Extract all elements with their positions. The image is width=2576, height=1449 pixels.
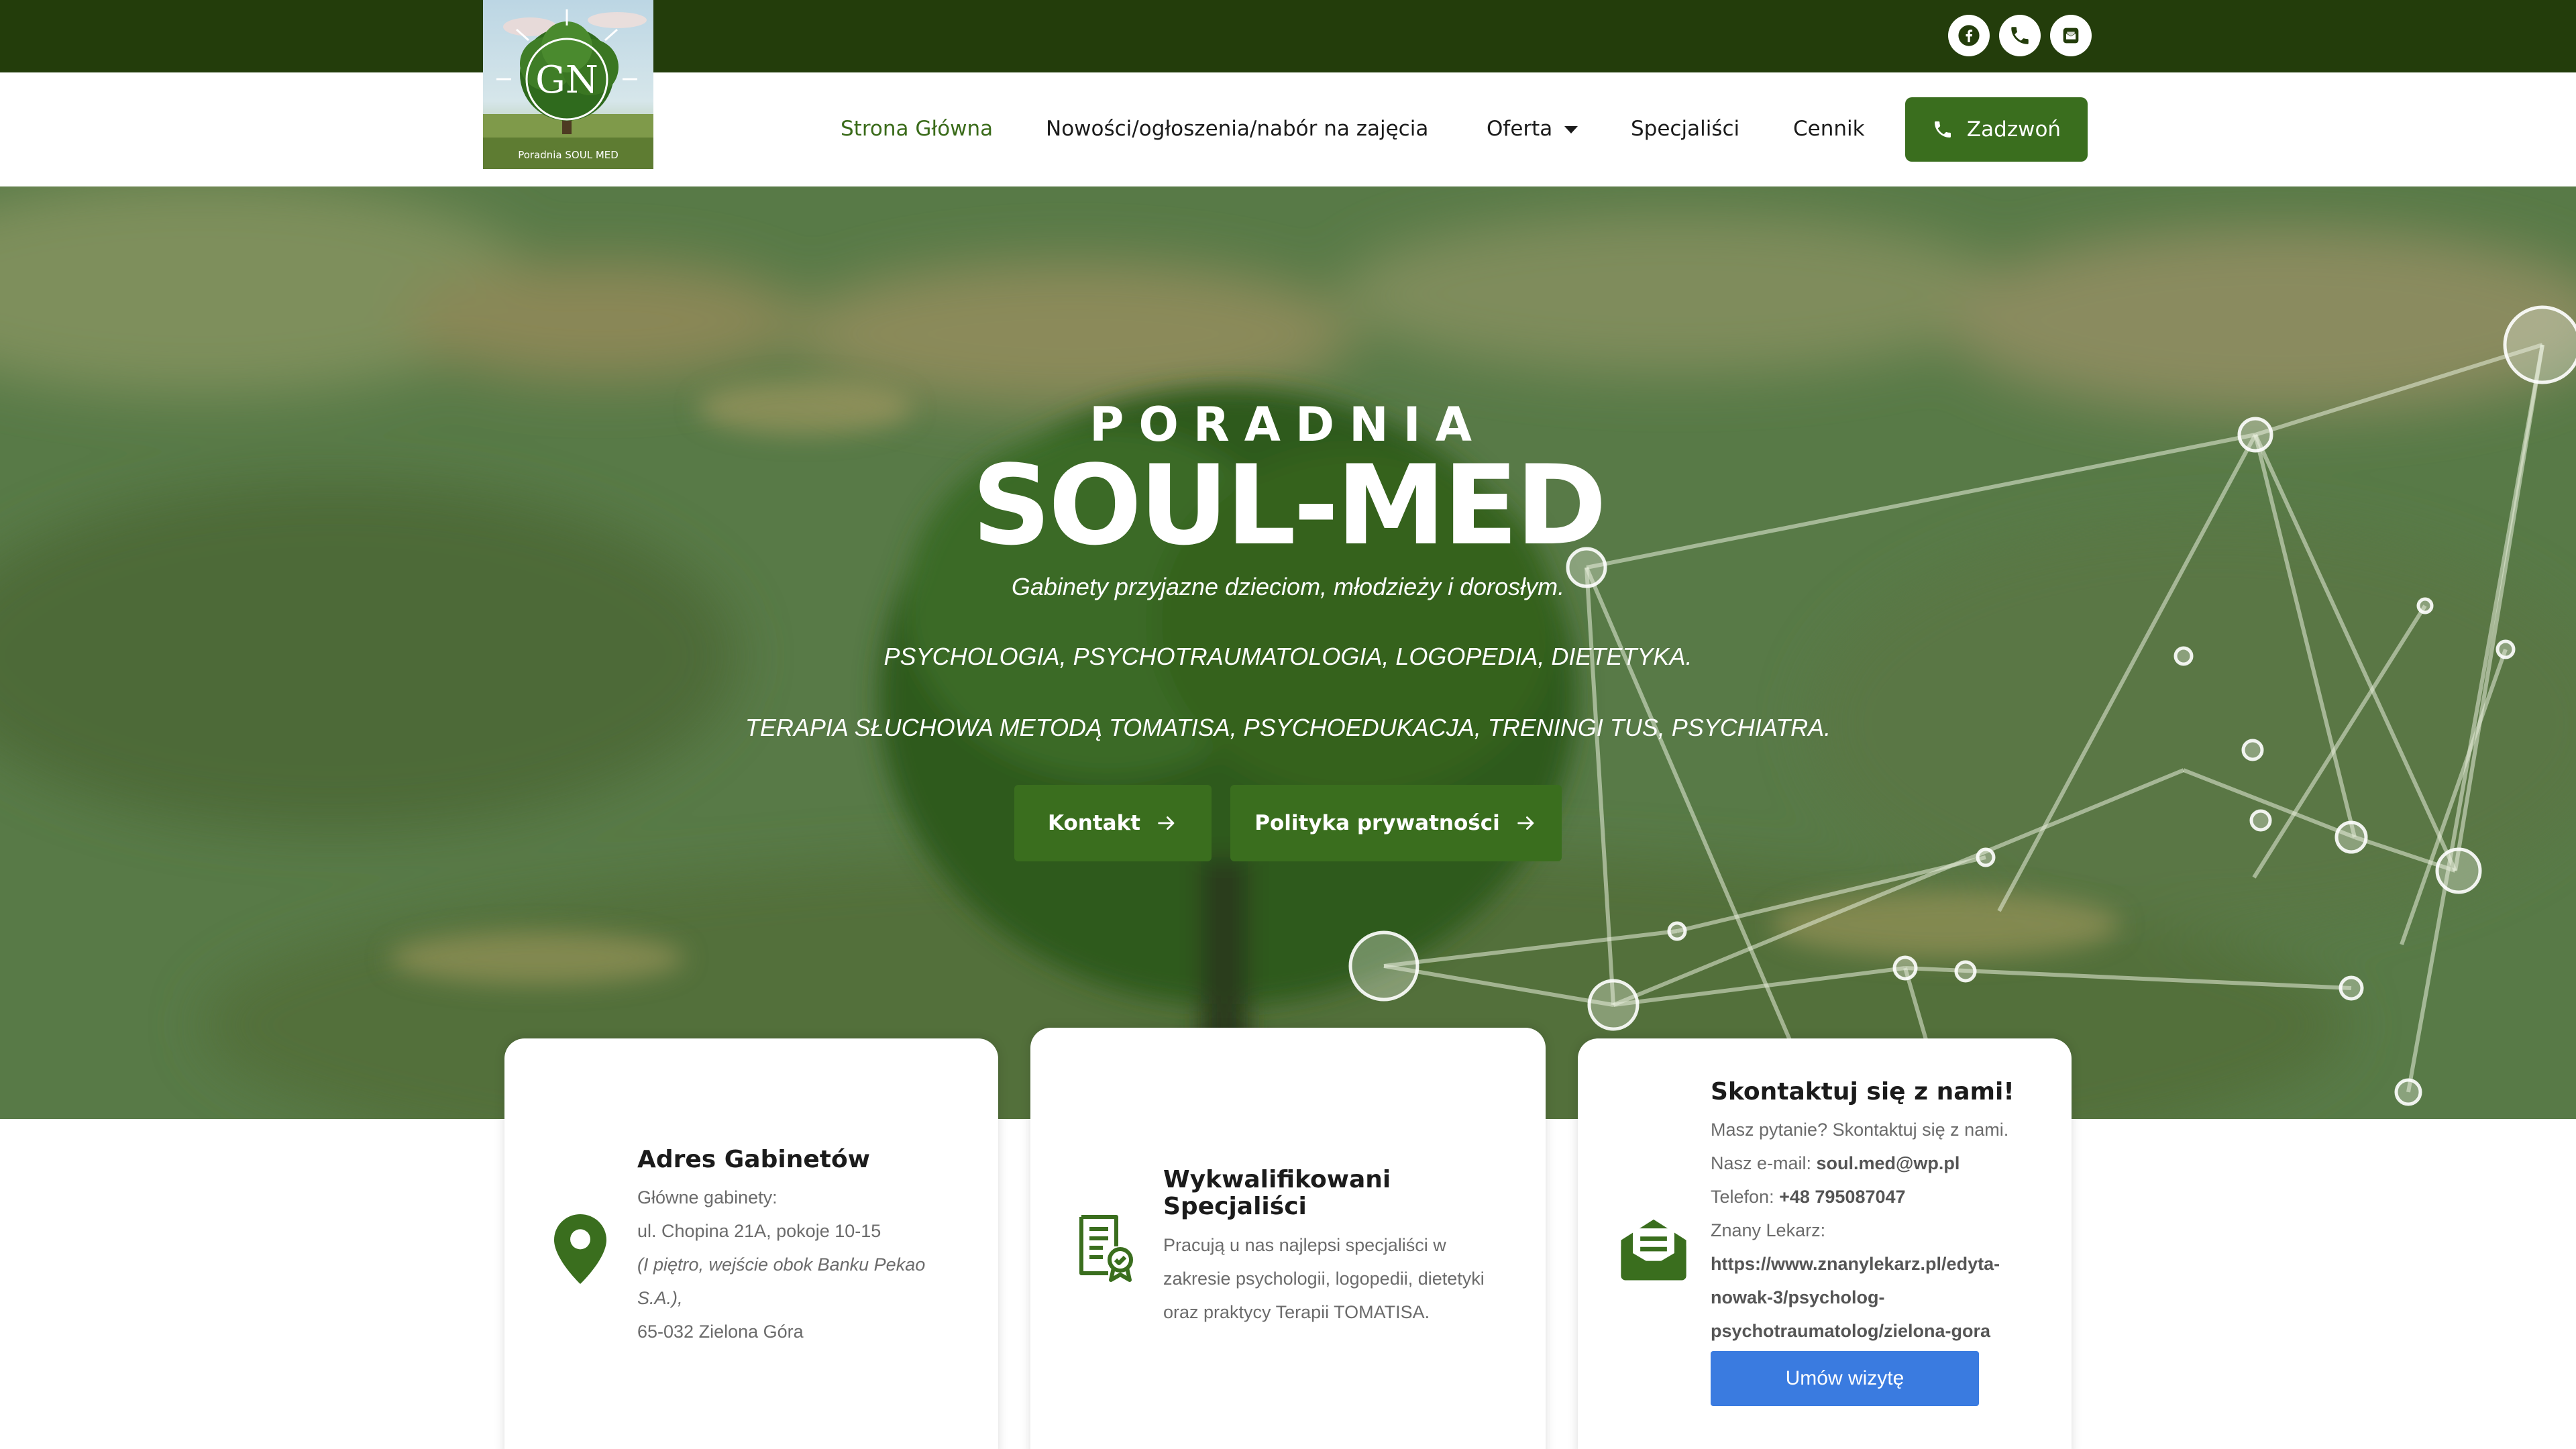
arrow-right-icon xyxy=(1158,816,1175,830)
phone-link[interactable] xyxy=(1999,15,2041,56)
chevron-down-icon xyxy=(1564,126,1578,133)
envelope-icon xyxy=(2063,28,2079,44)
znanylekarz-label: Znany Lekarz: xyxy=(1711,1220,1826,1240)
specialists-card-title: Wykwalifikowani Specjaliści xyxy=(1163,1167,1391,1220)
znanylekarz-link[interactable]: https://www.znanylekarz.pl/edyta- nowak-… xyxy=(1711,1247,2059,1348)
contact-phone-row: Telefon: +48 795087047 xyxy=(1711,1180,2059,1214)
address-card-title: Adres Gabinetów xyxy=(637,1146,870,1173)
facebook-link[interactable] xyxy=(1948,15,1990,56)
contact-intro: Masz pytanie? Skontaktuj się z nami. xyxy=(1711,1120,2009,1140)
hero-section: PORADNIA SOUL-MED Gabinety przyjazne dzi… xyxy=(0,186,2576,1119)
znanylekarz-url-2: nowak-3/psycholog- xyxy=(1711,1287,1885,1307)
contact-phone-label: Telefon: xyxy=(1711,1187,1780,1207)
specialists-title-line2: Specjaliści xyxy=(1163,1193,1307,1220)
privacy-policy-button[interactable]: Polityka prywatności xyxy=(1230,785,1562,861)
hero-therapies: TERAPIA SŁUCHOWA METODĄ TOMATISA, PSYCHO… xyxy=(745,714,1831,741)
phone-icon xyxy=(1934,121,1951,138)
address-main-label: Główne gabinety: xyxy=(637,1187,777,1208)
nav-offer[interactable]: Oferta xyxy=(1487,114,1578,144)
privacy-policy-button-label: Polityka prywatności xyxy=(1254,811,1500,835)
specialists-line-3: oraz praktycy Terapii TOMATISA. xyxy=(1163,1302,1430,1322)
certificate-icon xyxy=(1079,1215,1133,1282)
book-visit-button[interactable]: Umów wizytę xyxy=(1711,1351,1979,1406)
map-pin-icon xyxy=(554,1214,606,1284)
phone-icon xyxy=(2011,27,2029,44)
contact-email-link[interactable]: soul.med@wp.pl xyxy=(1817,1153,1960,1173)
call-button-label: Zadzwoń xyxy=(1966,117,2061,142)
address-note: (I piętro, wejście obok Banku Pekao xyxy=(637,1254,926,1275)
nav-offer-label: Oferta xyxy=(1487,117,1553,141)
hero-subtitle: Gabinety przyjazne dzieciom, młodzieży i… xyxy=(1011,573,1565,600)
contact-button[interactable]: Kontakt xyxy=(1014,785,1212,861)
address-postal: 65-032 Zielona Góra xyxy=(637,1322,804,1342)
contact-card-body: Masz pytanie? Skontaktuj się z nami. Nas… xyxy=(1711,1113,2059,1348)
contact-phone-link[interactable]: +48 795087047 xyxy=(1779,1187,1905,1207)
specialists-title-line1: Wykwalifikowani xyxy=(1163,1166,1391,1193)
envelope-open-icon xyxy=(1621,1219,1686,1281)
specialists-line-2: zakresie psychologii, logopedii, dietety… xyxy=(1163,1269,1485,1289)
address-street: ul. Chopina 21A, pokoje 10-15 xyxy=(637,1221,881,1241)
contact-email-row: Nasz e-mail: soul.med@wp.pl xyxy=(1711,1146,2059,1180)
znanylekarz-url-3: psychotraumatolog/zielona-gora xyxy=(1711,1321,1991,1341)
facebook-icon xyxy=(1958,25,1980,46)
address-card-body: Główne gabinety: ul. Chopina 21A, pokoje… xyxy=(637,1181,959,1348)
nav-specialists[interactable]: Specjaliści xyxy=(1631,114,1739,144)
hero-title: SOUL-MED xyxy=(971,441,1607,570)
logo-tree-image: GN Poradnia SOUL MED xyxy=(483,0,653,169)
top-bar xyxy=(0,0,2576,72)
logo[interactable]: GN Poradnia SOUL MED xyxy=(483,0,653,169)
contact-card-title: Skontaktuj się z nami! xyxy=(1711,1078,2015,1106)
arrow-right-icon xyxy=(1517,816,1534,830)
specialists-card-body: Pracują u nas najlepsi specjaliści w zak… xyxy=(1163,1228,1525,1329)
contact-email-label: Nasz e-mail: xyxy=(1711,1153,1817,1173)
contact-button-label: Kontakt xyxy=(1047,811,1141,835)
specialists-line-1: Pracują u nas najlepsi specjaliści w xyxy=(1163,1235,1446,1255)
logo-monogram: GN xyxy=(535,58,598,102)
call-button[interactable]: Zadzwoń xyxy=(1905,97,2088,162)
nav-pricing[interactable]: Cennik xyxy=(1793,114,1865,144)
email-link[interactable] xyxy=(2050,15,2092,56)
znanylekarz-url-1: https://www.znanylekarz.pl/edyta- xyxy=(1711,1254,2000,1274)
nav-news[interactable]: Nowości/ogłoszenia/nabór na zajęcia xyxy=(1046,114,1428,144)
logo-caption: Poradnia SOUL MED xyxy=(518,149,619,161)
address-note-cont: S.A.), xyxy=(637,1288,683,1308)
nav-home[interactable]: Strona Główna xyxy=(841,114,993,144)
hero-services: PSYCHOLOGIA, PSYCHOTRAUMATOLOGIA, LOGOPE… xyxy=(883,643,1693,670)
